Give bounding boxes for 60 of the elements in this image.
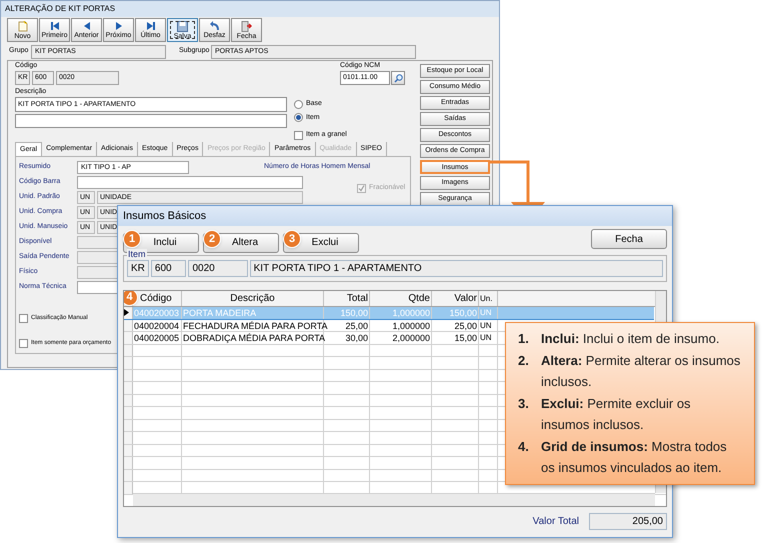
row-pointer-icon bbox=[124, 309, 129, 316]
radio-button[interactable] bbox=[294, 100, 303, 109]
callout-text: Exclui: Permite excluir os insumos inclusos. bbox=[541, 394, 692, 434]
item-field: 600 bbox=[150, 260, 186, 277]
table-cell: 150,00 bbox=[432, 307, 479, 318]
column-header[interactable]: Un. bbox=[479, 291, 498, 306]
table-cell: UN bbox=[479, 332, 498, 344]
checkbox[interactable] bbox=[19, 314, 28, 322]
column-header[interactable]: Valor bbox=[432, 291, 479, 306]
table-cell: 2,000000 bbox=[370, 332, 432, 344]
field-label: Valor Total bbox=[532, 515, 579, 529]
number-badge: 2 bbox=[203, 230, 221, 248]
table-cell: 1,000000 bbox=[370, 307, 432, 318]
first-record-icon bbox=[50, 21, 60, 31]
list-number: 4. bbox=[518, 438, 530, 456]
table-cell: 040020004 bbox=[133, 320, 182, 331]
table-cell: 150,00 bbox=[324, 307, 370, 318]
checkbox[interactable] bbox=[19, 338, 28, 348]
new-page-icon bbox=[18, 20, 28, 32]
undo-arrow-icon bbox=[209, 21, 220, 31]
exit-door-icon bbox=[241, 20, 252, 32]
list-number: 3. bbox=[518, 394, 530, 412]
column-header[interactable]: Descrição bbox=[182, 291, 324, 306]
table-cell: 040020003 bbox=[133, 307, 182, 318]
checkbox[interactable] bbox=[294, 130, 303, 140]
column-header[interactable]: Total bbox=[324, 291, 370, 306]
total-field: 205,00 bbox=[589, 513, 667, 530]
close-button[interactable]: Fecha bbox=[591, 229, 667, 249]
number-badge: 4 bbox=[124, 291, 138, 306]
table-cell: 25,00 bbox=[432, 320, 479, 331]
number-badge: 1 bbox=[123, 230, 141, 248]
search-button[interactable] bbox=[391, 71, 405, 85]
table-cell: 1,000000 bbox=[370, 320, 432, 331]
table-cell: UN bbox=[479, 320, 498, 331]
item-field: 0020 bbox=[188, 260, 248, 277]
right-triangle-icon bbox=[114, 21, 124, 31]
search-icon bbox=[394, 74, 402, 82]
dialog-title: Insumos Básicos bbox=[118, 206, 672, 226]
column-header[interactable]: Código bbox=[140, 291, 182, 306]
table-cell: 040020005 bbox=[133, 332, 182, 344]
description-field[interactable] bbox=[15, 114, 287, 128]
table-cell: UN bbox=[479, 307, 498, 318]
table-cell: PORTA MADEIRA bbox=[182, 307, 324, 318]
item-field: KR bbox=[127, 260, 149, 277]
window-title: ALTERAÇÃO DE KIT PORTAS bbox=[1, 1, 499, 17]
table-cell: 15,00 bbox=[432, 332, 479, 344]
callout-text: Altera: Permite alterar os insumos inclusos. bbox=[541, 352, 741, 391]
callout-text: Grid de insumos: Mostra todos os insumos vinculados ao item. bbox=[541, 438, 728, 477]
horizontal-scrollbar[interactable] bbox=[133, 493, 655, 506]
radio-button[interactable] bbox=[294, 113, 303, 122]
item-field: KIT PORTA TIPO 1 - APARTAMENTO bbox=[250, 260, 663, 277]
group-legend: Item bbox=[127, 249, 147, 259]
table-cell: DOBRADIÇA MÉDIA PARA PORTA bbox=[182, 332, 324, 344]
list-number: 2. bbox=[518, 352, 530, 370]
number-badge: 3 bbox=[283, 230, 301, 248]
last-record-icon bbox=[146, 21, 156, 31]
text-field[interactable] bbox=[77, 176, 303, 188]
left-triangle-icon bbox=[82, 21, 92, 31]
column-header[interactable]: Qtde bbox=[370, 291, 432, 306]
table-cell: 30,00 bbox=[324, 332, 370, 344]
